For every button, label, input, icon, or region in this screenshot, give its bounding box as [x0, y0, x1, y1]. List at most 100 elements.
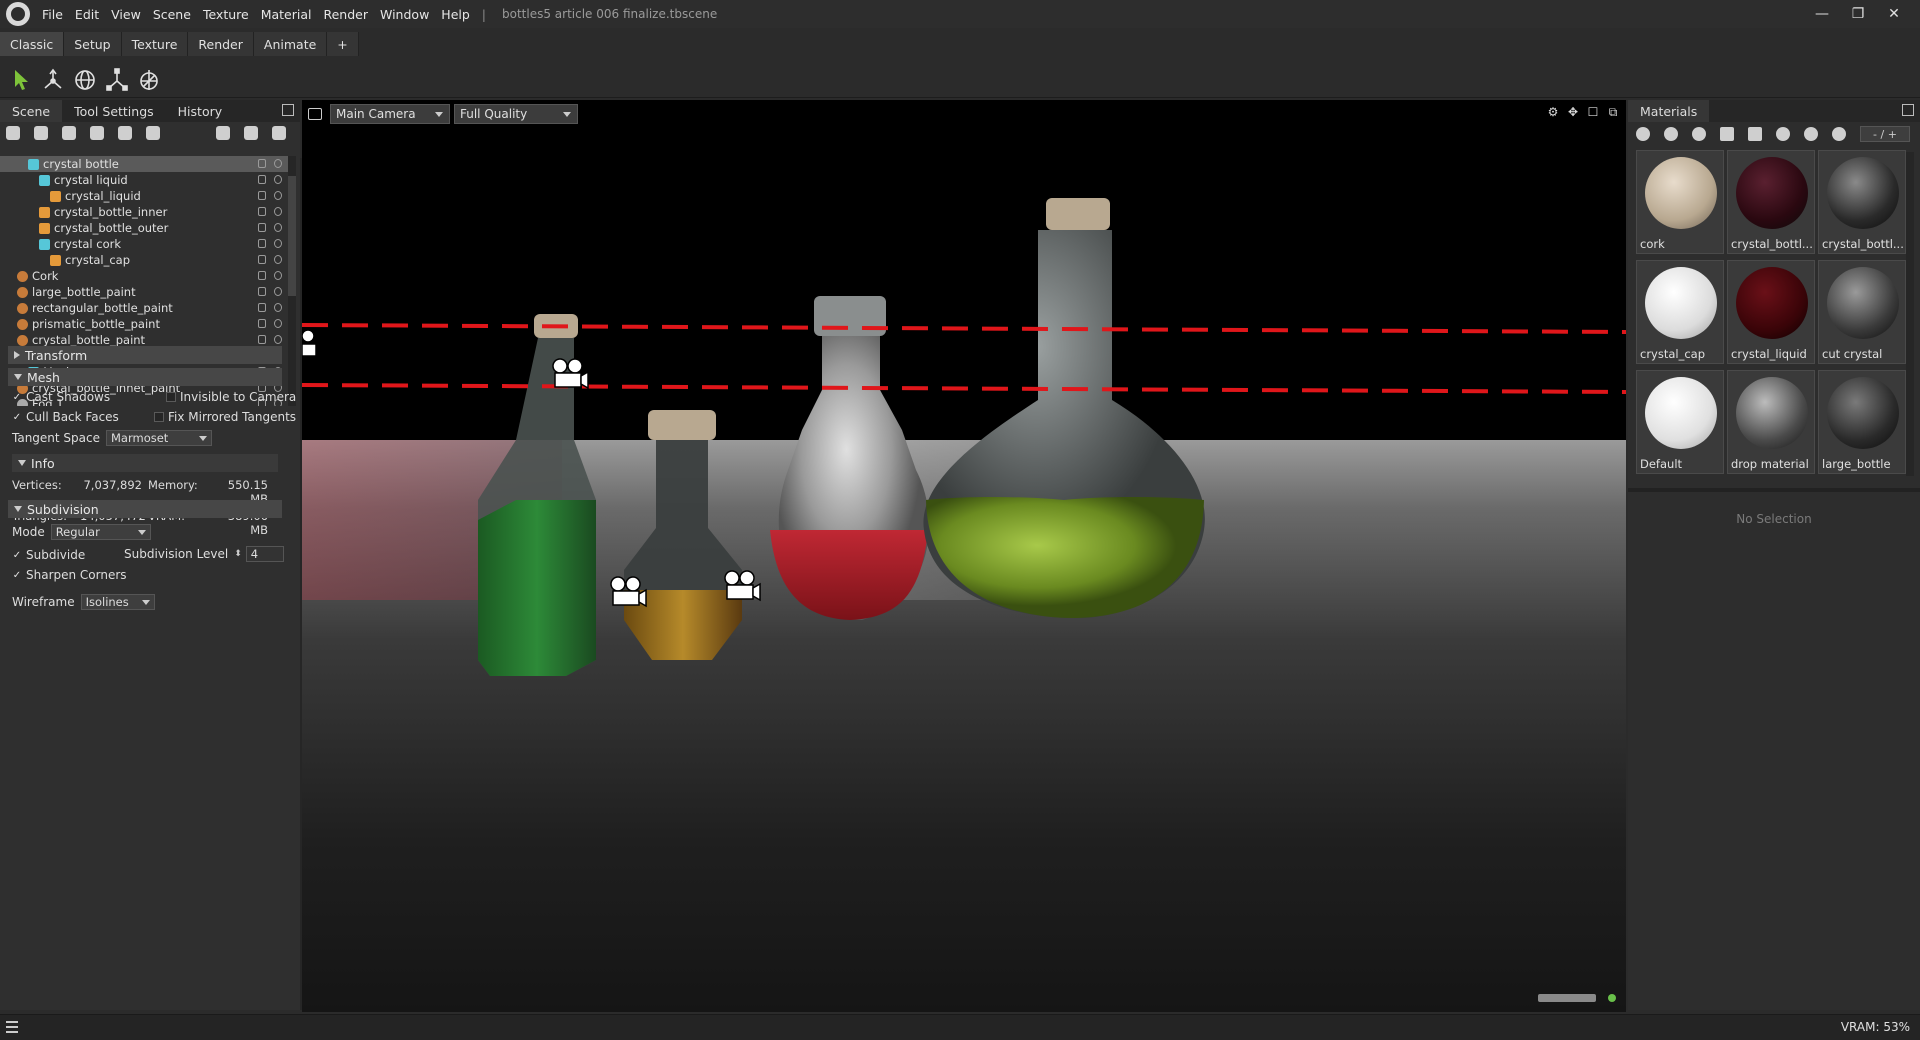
material-thumbnail[interactable]: crystal_liquid	[1727, 260, 1815, 364]
tree-item[interactable]: crystal_liquid	[0, 188, 288, 204]
camera-gizmo-icon[interactable]	[302, 328, 322, 360]
material-thumbnail[interactable]: drop material	[1727, 370, 1815, 474]
eye-icon[interactable]	[274, 255, 282, 264]
tab-add[interactable]: +	[327, 32, 359, 56]
lock-icon[interactable]	[258, 223, 266, 232]
popout-icon[interactable]	[1902, 104, 1914, 116]
tab-materials[interactable]: Materials	[1628, 100, 1710, 122]
mode-dropdown[interactable]: Regular	[50, 524, 151, 540]
tab-setup[interactable]: Setup	[64, 32, 122, 56]
add-material-icon[interactable]	[1636, 127, 1650, 141]
tree-item[interactable]: crystal cork	[0, 236, 288, 252]
duplicate-icon[interactable]	[244, 126, 258, 140]
tree-item[interactable]: Cork	[0, 268, 288, 284]
sharpen-corners-checkbox[interactable]: ✓	[12, 570, 22, 581]
material-thumbnail[interactable]: cut crystal	[1818, 260, 1906, 364]
viewport-slider[interactable]	[1538, 994, 1596, 1002]
scale-tool-icon[interactable]	[104, 67, 130, 93]
material-thumbnail[interactable]: cork	[1636, 150, 1724, 254]
eye-icon[interactable]	[274, 287, 282, 296]
eye-icon[interactable]	[274, 319, 282, 328]
eye-icon[interactable]	[274, 223, 282, 232]
delete-icon[interactable]	[272, 126, 286, 140]
rotate-tool-icon[interactable]	[72, 67, 98, 93]
add-camera-icon[interactable]	[62, 126, 76, 140]
quality-dropdown[interactable]: Full Quality	[454, 104, 578, 124]
tree-item[interactable]: prismatic_bottle_paint	[0, 316, 288, 332]
material-thumbnail[interactable]: large_bottle	[1818, 370, 1906, 474]
lock-icon[interactable]	[258, 191, 266, 200]
select-tool-icon[interactable]	[8, 67, 34, 93]
tangent-space-dropdown[interactable]: Marmoset	[106, 430, 212, 446]
cast-shadows-row[interactable]: ✓ Cast Shadows	[12, 390, 110, 404]
restore-button[interactable]: ❐	[1840, 6, 1876, 22]
scene-tree-scrollbar[interactable]	[288, 156, 296, 406]
popout-icon[interactable]	[282, 104, 294, 116]
cull-back-faces-row[interactable]: ✓ Cull Back Faces	[12, 410, 119, 424]
hamburger-menu-icon[interactable]	[6, 1021, 18, 1033]
subdivision-level-input[interactable]: 4	[245, 546, 284, 562]
folder-icon[interactable]	[216, 126, 230, 140]
tree-item[interactable]: crystal_bottle_inner	[0, 204, 288, 220]
add-fog-icon[interactable]	[90, 126, 104, 140]
tree-item[interactable]: crystal_cap	[0, 252, 288, 268]
tab-scene[interactable]: Scene	[0, 100, 63, 122]
folder-icon[interactable]	[1720, 127, 1734, 141]
invisible-to-camera-row[interactable]: Invisible to Camera	[166, 390, 296, 404]
material-thumbnail[interactable]: crystal_bottl...	[1727, 150, 1815, 254]
tab-render[interactable]: Render	[188, 32, 254, 56]
move-view-icon[interactable]: ✥	[1566, 105, 1580, 119]
close-button[interactable]: ✕	[1876, 6, 1912, 22]
viewport[interactable]: Main Camera Full Quality ⚙ ✥ ☐ ⧉	[302, 100, 1626, 1012]
lock-icon[interactable]	[258, 287, 266, 296]
invisible-to-camera-checkbox[interactable]	[166, 392, 176, 402]
menu-material[interactable]: Material	[255, 7, 318, 22]
menu-window[interactable]: Window	[374, 7, 435, 22]
pick-material-icon[interactable]	[1804, 127, 1818, 141]
assign-material-icon[interactable]	[1776, 127, 1790, 141]
material-thumbnail[interactable]: crystal_cap	[1636, 260, 1724, 364]
menu-render[interactable]: Render	[317, 7, 374, 22]
subdivide-checkbox[interactable]: ✓	[12, 550, 22, 561]
eye-icon[interactable]	[274, 239, 282, 248]
menu-texture[interactable]: Texture	[197, 7, 255, 22]
eye-icon[interactable]	[274, 207, 282, 216]
add-shadow-catcher-icon[interactable]	[118, 126, 132, 140]
menu-view[interactable]: View	[105, 7, 147, 22]
menu-file[interactable]: File	[36, 7, 69, 22]
settings-icon[interactable]: ⚙	[1546, 105, 1560, 119]
eye-icon[interactable]	[274, 271, 282, 280]
stepper-arrows-icon[interactable]: ⬍	[234, 549, 242, 559]
fix-mirrored-tangents-checkbox[interactable]	[154, 412, 164, 422]
refresh-icon[interactable]	[1832, 127, 1846, 141]
tree-item[interactable]: crystal_bottle_outer	[0, 220, 288, 236]
menu-help[interactable]: Help	[435, 7, 476, 22]
subdivision-section-header[interactable]: Subdivision	[8, 500, 282, 518]
camera-gizmo-icon[interactable]	[608, 576, 648, 608]
cast-shadows-checkbox[interactable]: ✓	[12, 392, 22, 403]
pivot-tool-icon[interactable]	[136, 67, 162, 93]
camera-gizmo-icon[interactable]	[722, 570, 762, 602]
menu-edit[interactable]: Edit	[69, 7, 105, 22]
lock-icon[interactable]	[258, 319, 266, 328]
add-sky-icon[interactable]	[146, 126, 160, 140]
tree-item[interactable]: large_bottle_paint	[0, 284, 288, 300]
lock-icon[interactable]	[258, 271, 266, 280]
lock-icon[interactable]	[258, 255, 266, 264]
tab-tool-settings[interactable]: Tool Settings	[62, 100, 166, 122]
add-light-icon[interactable]	[34, 126, 48, 140]
move-tool-icon[interactable]	[40, 67, 66, 93]
tree-item[interactable]: crystal bottle	[0, 156, 288, 172]
maximize-icon[interactable]: ☐	[1586, 105, 1600, 119]
eye-icon[interactable]	[274, 335, 282, 344]
eye-icon[interactable]	[274, 175, 282, 184]
lock-icon[interactable]	[258, 303, 266, 312]
tab-history[interactable]: History	[166, 100, 234, 122]
subdivide-row[interactable]: ✓ Subdivide	[12, 548, 85, 562]
lock-icon[interactable]	[258, 159, 266, 168]
info-section-header[interactable]: Info	[12, 454, 278, 472]
lock-icon[interactable]	[258, 335, 266, 344]
tab-texture[interactable]: Texture	[121, 32, 189, 56]
popout-icon[interactable]: ⧉	[1606, 105, 1620, 119]
fix-mirrored-tangents-row[interactable]: Fix Mirrored Tangents	[154, 410, 296, 424]
